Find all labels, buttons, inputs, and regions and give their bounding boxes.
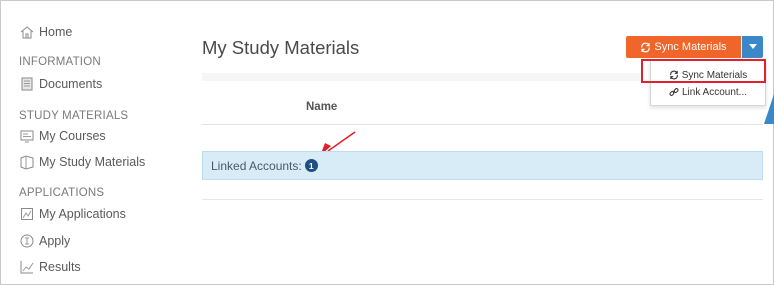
sidebar-item-label: Home [39, 25, 73, 39]
table-bottom-divider [202, 199, 763, 200]
sidebar-item-label: Apply [39, 234, 71, 248]
toolbar-placeholder [202, 73, 642, 81]
sidebar-item-my-applications[interactable]: My Applications [19, 206, 126, 222]
home-icon [19, 24, 35, 40]
results-icon [19, 259, 35, 275]
sidebar-item-label: My Courses [39, 129, 106, 143]
caret-down-icon [748, 44, 757, 50]
menu-item-label: Link Account... [681, 86, 748, 98]
decorative-blue-shape [764, 94, 774, 124]
page-title: My Study Materials [202, 37, 360, 58]
sync-icon [640, 42, 651, 53]
sidebar-item-label: Documents [39, 77, 103, 91]
linked-accounts-row[interactable]: Linked Accounts: 1 [202, 151, 763, 180]
apply-icon [19, 233, 35, 249]
section-study-materials: STUDY MATERIALS [19, 110, 129, 122]
column-header-name[interactable]: Name [306, 101, 337, 113]
sync-button-label: Sync Materials [654, 41, 727, 53]
table-header-divider [202, 124, 763, 125]
sidebar-item-label: My Applications [39, 207, 126, 221]
sync-dropdown-toggle[interactable] [742, 36, 763, 58]
section-information: INFORMATION [19, 56, 101, 68]
study-materials-icon [19, 154, 35, 170]
link-icon [669, 87, 679, 97]
applications-icon [19, 206, 35, 222]
sidebar-item-my-courses[interactable]: My Courses [19, 128, 106, 144]
documents-icon [19, 76, 35, 92]
annotation-highlight-box [641, 59, 766, 83]
sidebar-item-apply[interactable]: Apply [19, 233, 70, 249]
sidebar-item-label: My Study Materials [39, 155, 146, 169]
linked-accounts-count-badge: 1 [304, 159, 318, 172]
courses-icon [19, 128, 35, 144]
sidebar-item-label: Results [39, 260, 81, 274]
sidebar-item-home[interactable]: Home [19, 24, 72, 40]
sync-materials-button[interactable]: Sync Materials [626, 36, 741, 58]
sidebar: Home INFORMATION Documents STUDY MATERIA… [0, 0, 190, 285]
menu-item-link-account[interactable]: Link Account... [651, 83, 765, 101]
sidebar-item-documents[interactable]: Documents [19, 76, 102, 92]
sidebar-item-results[interactable]: Results [19, 259, 81, 275]
linked-accounts-label: Linked Accounts: [211, 158, 302, 173]
section-applications: APPLICATIONS [19, 187, 105, 199]
sidebar-item-my-study-materials[interactable]: My Study Materials [19, 154, 145, 170]
